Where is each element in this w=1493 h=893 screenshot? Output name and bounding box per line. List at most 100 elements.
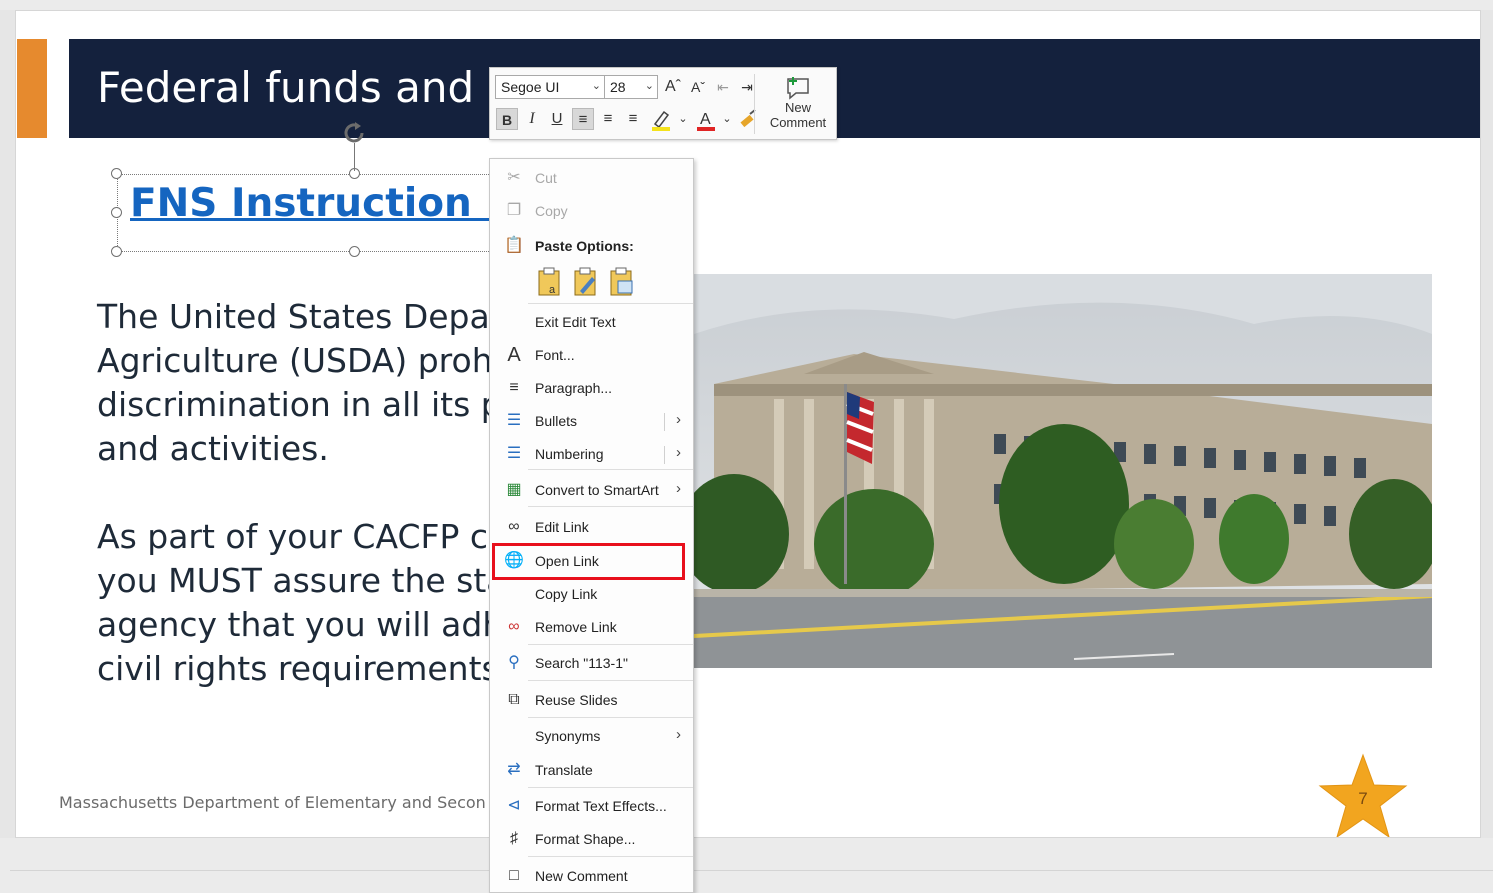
new-comment-label-line2: Comment xyxy=(769,115,827,130)
shrink-font-button[interactable]: Aˇ xyxy=(687,76,709,98)
menu-item-synonyms[interactable]: Synonyms › xyxy=(490,722,693,750)
reuse-slides-icon: ⧉ xyxy=(508,691,520,708)
body-line: discrimination in all its p xyxy=(97,385,502,424)
slide-number: 7 xyxy=(1358,789,1368,808)
translate-icon: ⇄ xyxy=(507,761,521,778)
format-painter-icon[interactable] xyxy=(738,108,758,130)
unlink-icon: ∞ xyxy=(508,618,520,635)
new-comment-button[interactable]: New Comment xyxy=(764,74,832,136)
menu-item-convert-smartart[interactable]: ▦ Convert to SmartArt › xyxy=(490,476,693,504)
comment-icon xyxy=(787,77,809,100)
chevron-right-icon[interactable]: › xyxy=(676,444,681,461)
chevron-right-icon[interactable]: › xyxy=(676,726,681,743)
rotate-stem xyxy=(354,143,355,171)
chevron-right-icon[interactable]: › xyxy=(676,411,681,428)
paste-options-group: a xyxy=(536,267,646,299)
search-icon: ⚲ xyxy=(508,654,520,671)
text-effects-icon: ⊲ xyxy=(507,797,521,814)
align-right-icon[interactable]: ≡ xyxy=(622,108,644,130)
slide-footer[interactable]: Massachusetts Department of Elementary a… xyxy=(59,793,486,812)
menu-separator xyxy=(528,680,693,681)
slide-title[interactable]: Federal funds and c xyxy=(97,63,511,112)
chevron-right-icon[interactable]: › xyxy=(676,480,681,497)
menu-item-reuse-slides[interactable]: ⧉ Reuse Slides xyxy=(490,686,693,714)
paste-merge-formatting-icon[interactable] xyxy=(572,267,600,297)
grow-font-button[interactable]: Aˆ xyxy=(662,76,684,98)
chevron-down-icon: ⌄ xyxy=(591,80,601,92)
bullets-icon: ☰ xyxy=(506,412,522,429)
hyperlink-text[interactable]: FNS Instruction 11 xyxy=(130,181,540,226)
menu-separator xyxy=(528,469,693,470)
menu-separator xyxy=(528,506,693,507)
paste-picture-icon[interactable] xyxy=(608,267,636,297)
menu-separator xyxy=(528,787,693,788)
menu-item-paragraph[interactable]: ≡ Paragraph... xyxy=(490,374,693,402)
divider xyxy=(10,870,1493,871)
menu-item-format-shape[interactable]: ♯ Format Shape... xyxy=(490,825,693,853)
toolbar-separator xyxy=(754,74,755,134)
body-line: and activities. xyxy=(97,429,329,468)
paragraph-icon: ≡ xyxy=(509,379,519,396)
accent-bar xyxy=(17,39,47,138)
font-size-value: 28 xyxy=(610,79,626,95)
svg-text:a: a xyxy=(549,284,556,296)
highlighter-icon[interactable] xyxy=(650,108,672,132)
decrease-indent-icon[interactable]: ⇤ xyxy=(712,76,734,98)
menu-item-copy-link[interactable]: Copy Link xyxy=(490,580,693,608)
window-bottom-strip xyxy=(0,838,1493,893)
comment-icon: □ xyxy=(509,867,519,884)
menu-separator xyxy=(528,717,693,718)
paste-keep-formatting-icon[interactable]: a xyxy=(536,267,564,297)
menu-item-exit-edit-text[interactable]: Exit Edit Text xyxy=(490,308,693,336)
align-center-icon[interactable]: ≡ xyxy=(597,108,619,130)
numbering-icon: ☰ xyxy=(506,445,522,462)
link-icon: ∞ xyxy=(508,518,520,535)
menu-separator xyxy=(528,303,693,304)
font-name-select[interactable]: Segoe UI ⌄ xyxy=(495,75,605,99)
menu-separator xyxy=(528,644,693,645)
body-line: you MUST assure the sta xyxy=(97,561,507,600)
menu-item-new-comment[interactable]: □ New Comment xyxy=(490,862,693,890)
body-paragraph-2[interactable]: As part of your CACFP co you MUST assure… xyxy=(97,515,509,691)
body-paragraph-1[interactable]: The United States Depar Agriculture (USD… xyxy=(97,295,503,471)
red-highlight-annotation xyxy=(492,543,685,580)
underline-button[interactable]: U xyxy=(546,108,568,130)
window-top-strip xyxy=(0,0,1493,10)
scissors-icon: ✂ xyxy=(507,169,521,186)
chevron-down-icon: ⌄ xyxy=(644,80,654,92)
submenu-separator xyxy=(664,446,665,464)
menu-item-font[interactable]: A Font... xyxy=(490,341,693,369)
resize-handle-top-left[interactable] xyxy=(111,168,122,179)
resize-handle-left[interactable] xyxy=(111,207,122,218)
clipboard-icon: 📋 xyxy=(504,237,524,254)
menu-item-translate[interactable]: ⇄ Translate xyxy=(490,756,693,784)
bold-button[interactable]: B xyxy=(496,108,518,130)
menu-item-numbering[interactable]: ☰ Numbering › xyxy=(490,440,693,468)
menu-item-copy[interactable]: ❐ Copy xyxy=(490,197,693,225)
menu-item-cut[interactable]: ✂ Cut xyxy=(490,164,693,192)
body-line: As part of your CACFP co xyxy=(97,517,509,556)
copy-icon: ❐ xyxy=(506,202,522,219)
italic-button[interactable]: I xyxy=(521,108,543,130)
resize-handle-bottom-left[interactable] xyxy=(111,246,122,257)
paint-bucket-icon: ♯ xyxy=(510,830,518,847)
rotate-handle-icon[interactable] xyxy=(342,121,368,145)
resize-handle-bottom[interactable] xyxy=(349,246,360,257)
font-color-icon[interactable]: A xyxy=(695,108,717,132)
building-photo[interactable] xyxy=(694,274,1432,668)
submenu-separator xyxy=(664,413,665,431)
body-line: Agriculture (USDA) prohi xyxy=(97,341,502,380)
font-name-value: Segoe UI xyxy=(501,79,560,95)
menu-item-search[interactable]: ⚲ Search "113-1" xyxy=(490,649,693,677)
menu-separator xyxy=(528,856,693,857)
chevron-down-icon[interactable]: ⌄ xyxy=(672,108,694,130)
font-size-select[interactable]: 28 ⌄ xyxy=(604,75,658,99)
menu-item-edit-link[interactable]: ∞ Edit Link xyxy=(490,513,693,541)
chevron-down-icon[interactable]: ⌄ xyxy=(716,108,738,130)
menu-item-bullets[interactable]: ☰ Bullets › xyxy=(490,407,693,435)
align-left-icon[interactable]: ≡ xyxy=(572,108,594,130)
menu-item-paste-options: 📋 Paste Options: xyxy=(504,237,634,254)
menu-item-format-text-effects[interactable]: ⊲ Format Text Effects... xyxy=(490,792,693,820)
menu-item-remove-link[interactable]: ∞ Remove Link xyxy=(490,613,693,641)
body-line: civil rights requirements. xyxy=(97,649,510,688)
